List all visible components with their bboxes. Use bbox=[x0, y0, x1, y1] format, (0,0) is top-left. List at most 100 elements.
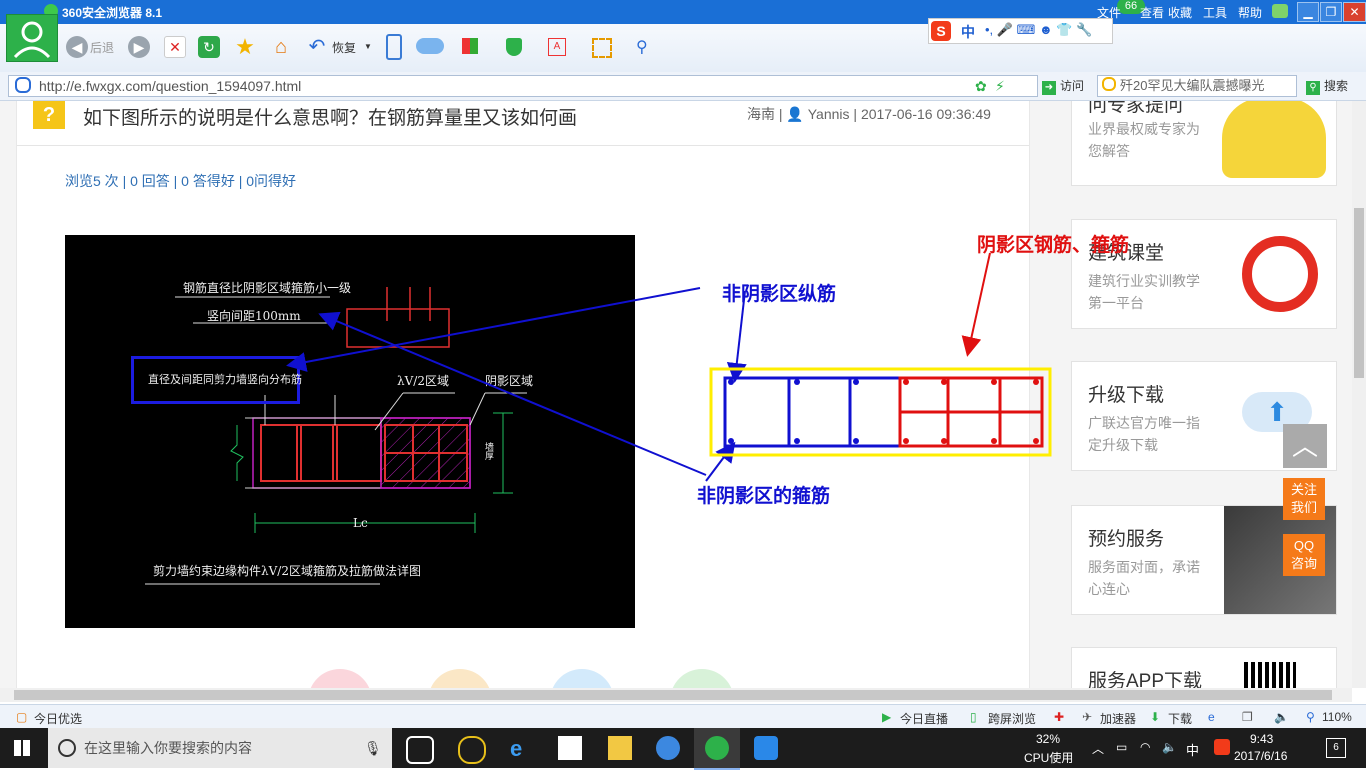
apps-icon[interactable] bbox=[462, 38, 478, 54]
annotation-non-shadow-stirrup: 非阴影区的箍筋 bbox=[697, 485, 831, 507]
vertical-scrollbar[interactable] bbox=[1352, 101, 1366, 688]
ime-tools-icon[interactable]: •, 🎤 ⌨ ☻ 👕 🔧 bbox=[985, 22, 1092, 38]
screenshot-icon[interactable] bbox=[592, 38, 612, 58]
url-text: http://e.fwxgx.com/question_1594097.html bbox=[39, 78, 302, 94]
chevron-down-icon[interactable]: ▼ bbox=[364, 42, 372, 51]
sogou-tray-icon[interactable] bbox=[1214, 739, 1230, 755]
ime-indicator[interactable]: 中 bbox=[1186, 740, 1199, 759]
search-engine-icon bbox=[1102, 77, 1116, 91]
play-icon[interactable]: ▶ bbox=[882, 710, 891, 724]
sidebar-card-title: 预约服务 bbox=[1088, 529, 1165, 550]
sogou-icon[interactable]: S bbox=[931, 21, 951, 41]
refresh-icon[interactable]: ↻ bbox=[198, 36, 220, 58]
status-zoom[interactable]: 110% bbox=[1322, 710, 1352, 724]
qq-consult-button[interactable]: QQ咨询 bbox=[1283, 534, 1325, 576]
status-live[interactable]: 今日直播 bbox=[900, 710, 948, 727]
explorer-icon[interactable] bbox=[608, 736, 632, 760]
annotation-overlay bbox=[286, 252, 1052, 482]
back-to-top-button[interactable]: ︿ bbox=[1283, 424, 1327, 468]
follow-us-label: 关注我们 bbox=[1290, 482, 1317, 515]
search-button[interactable]: ⚲ 搜索 bbox=[1306, 77, 1348, 95]
cad-caption: 剪力墙约束边缘构件λV/2区域箍筋及拉筋做法详图 bbox=[153, 564, 421, 578]
visit-button[interactable]: ➜ 访问 bbox=[1042, 77, 1084, 95]
menu-view[interactable]: 查看 bbox=[1140, 4, 1164, 21]
qq-consult-label: QQ咨询 bbox=[1290, 538, 1317, 571]
sidebar-card-expert[interactable]: 问专家提问 业界最权威专家为您解答 bbox=[1071, 101, 1337, 186]
edge-icon[interactable]: e bbox=[510, 736, 534, 761]
phone-small-icon[interactable]: ▯ bbox=[970, 710, 977, 724]
phone-icon[interactable] bbox=[386, 34, 402, 60]
menu-favorites[interactable]: 收藏 bbox=[1168, 4, 1192, 21]
search-label: 搜索 bbox=[1324, 79, 1349, 93]
vertical-scroll-thumb[interactable] bbox=[1354, 208, 1364, 378]
forward-icon[interactable]: ▶ bbox=[128, 36, 150, 58]
speaker-icon[interactable]: 🔈 bbox=[1274, 710, 1289, 724]
sidebar-card-title: 服务APP下载 bbox=[1088, 671, 1203, 688]
menu-help[interactable]: 帮助 bbox=[1238, 4, 1262, 21]
compat-icon[interactable]: ✿ bbox=[975, 76, 987, 96]
back-icon[interactable]: ◀ bbox=[66, 36, 88, 58]
go-arrow-icon: ➜ bbox=[1042, 81, 1056, 95]
ie-icon[interactable]: e bbox=[1208, 710, 1215, 724]
favorite-star-icon[interactable]: ★ bbox=[234, 36, 256, 58]
close-button[interactable]: ✕ bbox=[1343, 2, 1366, 22]
toolbar: ◀ 后退 ▶ ✕ ↻ ★ ⌂ ↶ 恢复 ▼ A ⚲ S 中 •, 🎤 ⌨ ☻ 👕… bbox=[0, 14, 1366, 73]
network-icon[interactable]: ▭ bbox=[1116, 740, 1127, 754]
microphone-icon[interactable]: 🎙 bbox=[364, 728, 382, 768]
maximize-button[interactable]: ❐ bbox=[1320, 2, 1342, 22]
user-icon bbox=[13, 21, 51, 59]
expert-mascot-icon bbox=[1222, 101, 1326, 178]
address-row: http://e.fwxgx.com/question_1594097.html… bbox=[0, 72, 1366, 101]
undo-icon[interactable]: ↶ bbox=[306, 36, 328, 58]
ime-mode[interactable]: 中 bbox=[961, 22, 975, 42]
rocket-icon[interactable]: ✈ bbox=[1082, 710, 1092, 724]
wifi-icon[interactable]: ◠ bbox=[1140, 740, 1150, 754]
status-accelerator[interactable]: 加速器 bbox=[1100, 710, 1136, 727]
store-icon[interactable] bbox=[558, 736, 582, 760]
annotation-non-shadow-longitudinal: 非阴影区纵筋 bbox=[722, 283, 837, 305]
search-input[interactable]: 歼20罕见大编队震撼曝光 bbox=[1097, 75, 1297, 97]
status-download[interactable]: 下载 bbox=[1168, 710, 1192, 727]
sidebar-card-desc: 业界最权威专家为您解答 bbox=[1088, 121, 1200, 159]
user-avatar[interactable] bbox=[6, 14, 58, 62]
tray-chevron-icon[interactable]: ︿ bbox=[1092, 740, 1104, 757]
windows-start-icon[interactable] bbox=[14, 740, 30, 756]
clock-date[interactable]: 2017/6/16 bbox=[1234, 749, 1287, 763]
shield-icon[interactable] bbox=[506, 38, 522, 56]
status-today-picks[interactable]: 今日优选 bbox=[34, 710, 82, 727]
zoom-icon[interactable]: ⚲ bbox=[1306, 710, 1315, 724]
red-cross-icon[interactable]: ✚ bbox=[1054, 710, 1064, 724]
visit-label: 访问 bbox=[1060, 79, 1085, 93]
skin-icon[interactable] bbox=[1272, 4, 1288, 18]
sogou-task-icon[interactable] bbox=[656, 736, 680, 760]
cloud-icon[interactable] bbox=[416, 38, 444, 54]
gift-icon[interactable]: ▢ bbox=[16, 710, 27, 724]
stop-icon[interactable]: ✕ bbox=[164, 36, 186, 58]
task-view-icon[interactable] bbox=[406, 736, 434, 764]
taskbar-search-box[interactable]: 在这里输入你要搜索的内容 🎙 bbox=[48, 728, 392, 768]
app-task-icon[interactable] bbox=[754, 736, 778, 760]
status-cross-screen[interactable]: 跨屏浏览 bbox=[988, 710, 1036, 727]
download-icon[interactable]: ⬇ bbox=[1150, 710, 1160, 724]
notification-icon[interactable]: 6 bbox=[1326, 738, 1346, 758]
360-browser-task-icon[interactable] bbox=[705, 736, 729, 760]
menu-tools[interactable]: 工具 bbox=[1203, 4, 1227, 21]
search-value: 歼20罕见大编队震撼曝光 bbox=[1120, 78, 1265, 93]
browser-task-icon[interactable] bbox=[458, 736, 486, 764]
translate-icon[interactable]: A bbox=[548, 38, 566, 56]
cpu-label: CPU使用 bbox=[1024, 751, 1074, 765]
home-icon[interactable]: ⌂ bbox=[270, 36, 292, 58]
lightning-icon[interactable]: ⚡ bbox=[995, 76, 1005, 96]
horizontal-scroll-thumb[interactable] bbox=[14, 690, 1332, 700]
address-bar[interactable]: http://e.fwxgx.com/question_1594097.html… bbox=[8, 75, 1038, 97]
back-label[interactable]: 后退 bbox=[90, 39, 114, 56]
window-icon[interactable]: ❐ bbox=[1242, 710, 1253, 724]
zoom-icon[interactable]: ⚲ bbox=[636, 37, 648, 57]
clock-time[interactable]: 9:43 bbox=[1250, 732, 1273, 746]
classroom-logo-icon bbox=[1242, 236, 1318, 312]
restore-label[interactable]: 恢复 bbox=[332, 39, 356, 56]
volume-icon[interactable]: 🔈 bbox=[1162, 740, 1177, 754]
sidebar-card-app[interactable]: 服务APP下载 bbox=[1071, 647, 1337, 688]
minimize-button[interactable]: ▁ bbox=[1297, 2, 1319, 22]
follow-us-button[interactable]: 关注我们 bbox=[1283, 478, 1325, 520]
